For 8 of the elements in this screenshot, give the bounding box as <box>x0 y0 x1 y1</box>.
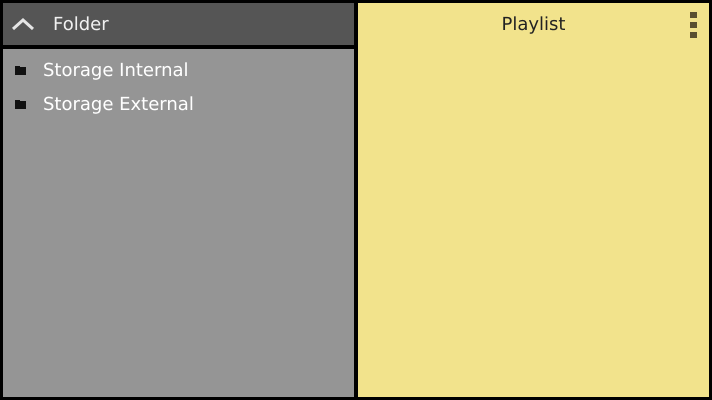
playlist-title: Playlist <box>502 12 566 36</box>
folder-icon <box>15 66 26 74</box>
chevron-up-icon[interactable] <box>11 17 35 31</box>
folder-title: Folder <box>53 12 109 36</box>
more-options-icon[interactable] <box>690 12 697 38</box>
folder-icon <box>15 100 26 108</box>
storage-item[interactable]: Storage External <box>3 87 354 121</box>
storage-item[interactable]: Storage Internal <box>3 53 354 87</box>
